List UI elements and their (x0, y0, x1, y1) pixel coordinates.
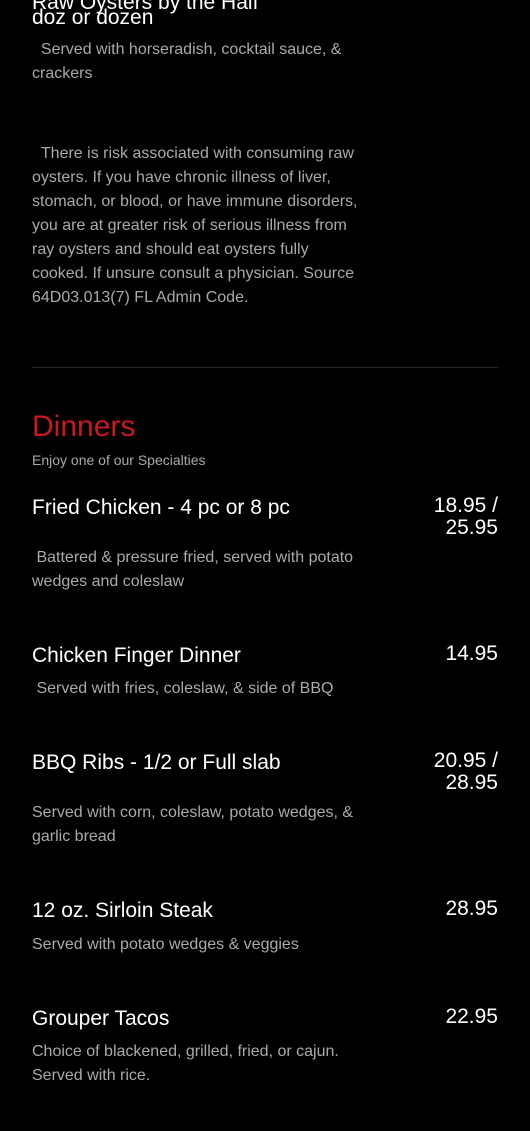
menu-item-description: Served with potato wedges & veggies (32, 936, 299, 953)
menu-item-price: 18.95 / 25.95 (433, 494, 498, 539)
menu-item-price: 28.95 (445, 897, 498, 920)
menu-item-description: Choice of blackened, grilled, fried, or … (32, 1043, 344, 1084)
raw-oyster-warning: There is risk associated with consuming … (32, 145, 362, 306)
menu-item-name: Fried Chicken - 4 pc or 8 pc (32, 496, 290, 519)
menu-item-price: 20.95 / 28.95 (433, 749, 498, 794)
menu-item-description: Served with horseradish, cocktail sauce,… (32, 41, 346, 82)
menu-item-name: Chicken Finger Dinner (32, 644, 241, 667)
menu-item-description: Battered & pressure fried, served with p… (32, 549, 358, 590)
menu-item-name: Grouper Tacos (32, 1007, 170, 1030)
menu-item-name: doz or dozen (32, 6, 154, 29)
section-subtitle: Enjoy one of our Specialties (32, 452, 206, 468)
menu-item-name: BBQ Ribs - 1/2 or Full slab (32, 751, 281, 774)
menu-item-price: 22.95 (445, 1005, 498, 1028)
menu-item-price: 14.95 (445, 642, 498, 665)
menu-item-name: 12 oz. Sirloin Steak (32, 899, 213, 922)
section-title: Dinners (32, 410, 136, 443)
section-divider (32, 367, 498, 368)
menu-page: Raw Oysters by the Half doz or dozen Ser… (0, 0, 530, 1131)
menu-item-description: Served with corn, coleslaw, potato wedge… (32, 804, 358, 845)
menu-item-description: Served with fries, coleslaw, & side of B… (32, 680, 334, 697)
